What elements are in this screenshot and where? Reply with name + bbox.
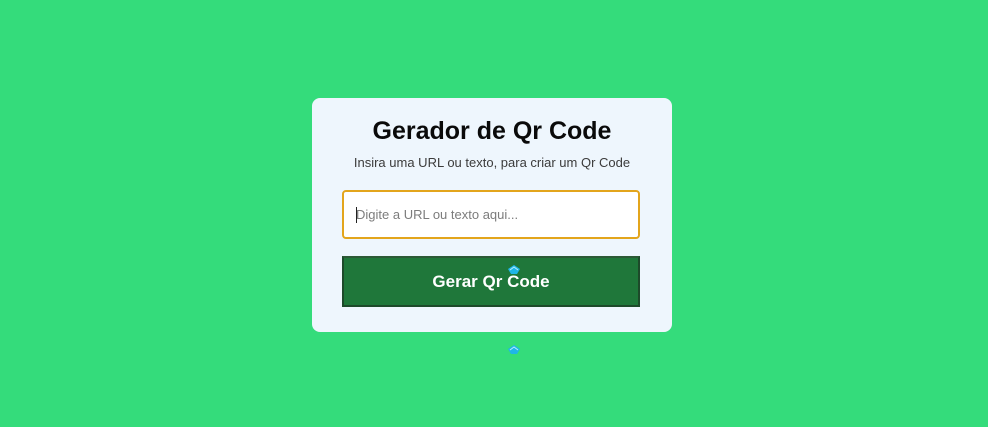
generate-qr-code-button[interactable]: Gerar Qr Code [342, 256, 640, 307]
cursor-marker-icon [508, 345, 520, 354]
url-input[interactable] [344, 192, 638, 237]
qr-generator-card: Gerador de Qr Code Insira uma URL ou tex… [312, 98, 672, 332]
text-caret [356, 207, 357, 223]
url-input-wrapper[interactable] [342, 190, 640, 239]
page-title: Gerador de Qr Code [372, 117, 612, 145]
page-subtitle: Insira uma URL ou texto, para criar um Q… [353, 155, 631, 170]
cursor-marker-icon [508, 265, 520, 274]
